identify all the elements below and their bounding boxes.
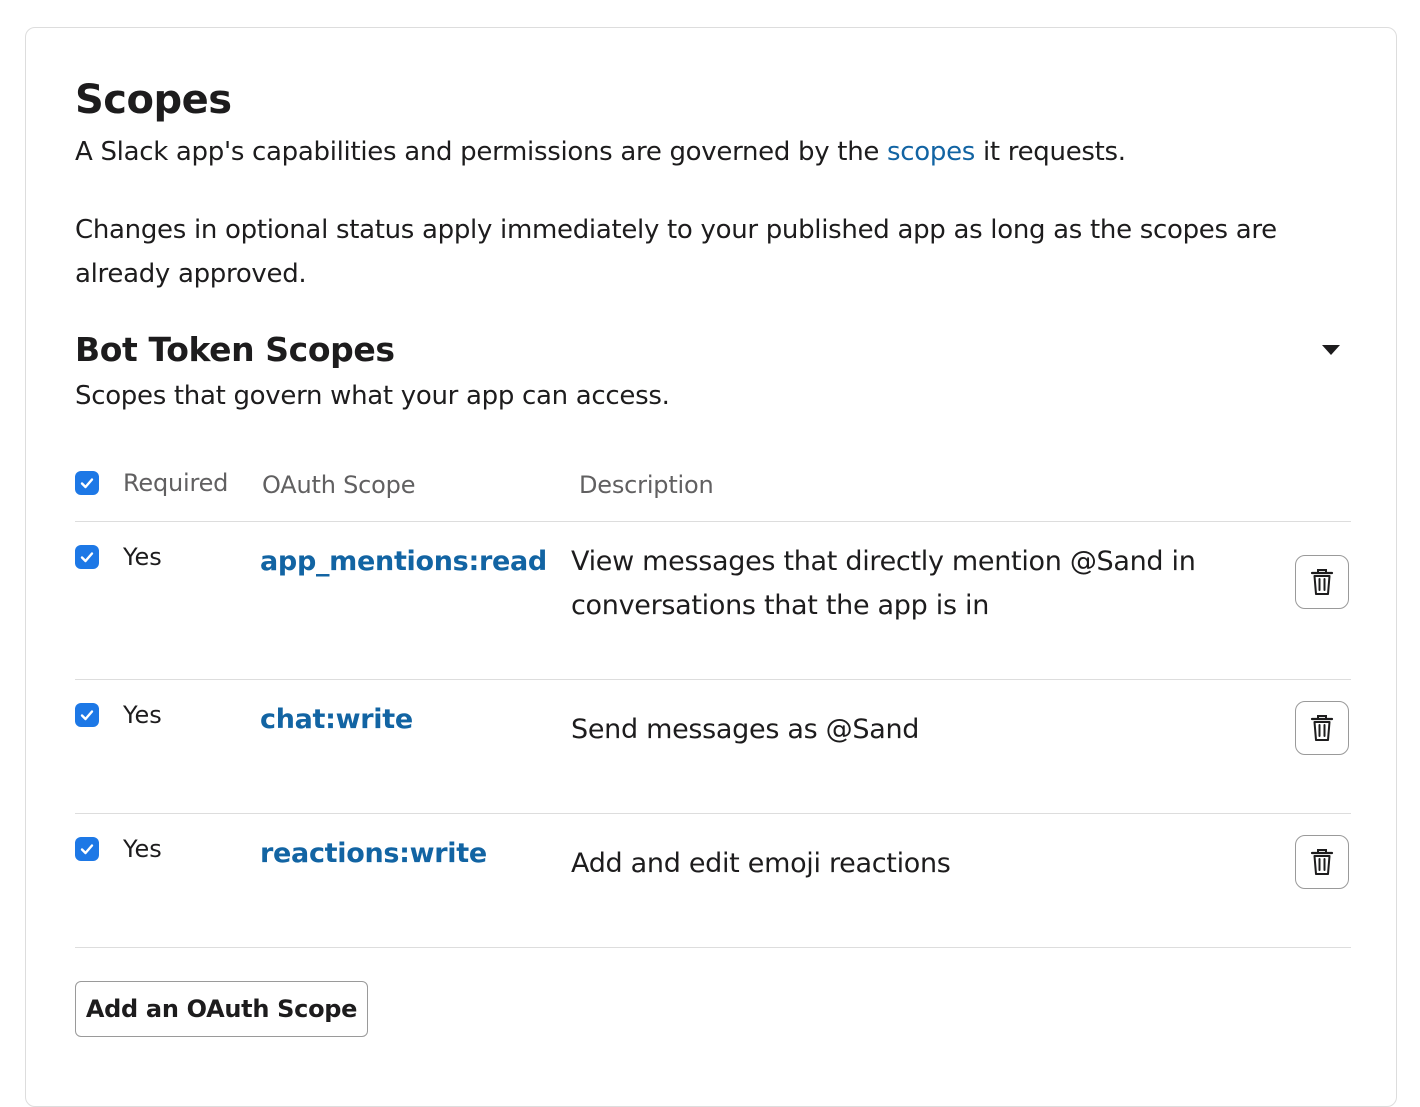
bot-scopes-title: Bot Token Scopes [75, 330, 395, 369]
divider [75, 813, 1351, 814]
required-value: Yes [123, 701, 162, 729]
required-checkbox[interactable] [75, 837, 99, 861]
checkmark-icon [80, 552, 94, 563]
scopes-link[interactable]: scopes [887, 137, 975, 167]
checkmark-icon [80, 710, 94, 721]
scopes-notice: Changes in optional status apply immedia… [75, 215, 1277, 289]
scope-description: Add and edit emoji reactions [571, 848, 951, 879]
column-header-required: Required [123, 469, 229, 497]
trash-icon [1310, 715, 1334, 741]
checkmark-icon [80, 478, 94, 489]
scopes-intro: A Slack app's capabilities and permissio… [75, 137, 1126, 167]
trash-icon [1310, 569, 1334, 595]
required-value: Yes [123, 835, 162, 863]
required-value: Yes [123, 543, 162, 571]
divider [75, 947, 1351, 948]
required-checkbox[interactable] [75, 545, 99, 569]
delete-scope-button[interactable] [1295, 555, 1349, 609]
caret-down-icon[interactable] [1316, 340, 1346, 360]
bot-scopes-subtitle: Scopes that govern what your app can acc… [75, 381, 670, 411]
delete-scope-button[interactable] [1295, 835, 1349, 889]
add-oauth-scope-button[interactable]: Add an OAuth Scope [75, 981, 368, 1037]
scope-name[interactable]: app_mentions:read [260, 544, 547, 580]
scope-description: View messages that directly mention @San… [571, 546, 1196, 621]
column-header-scope: OAuth Scope [262, 471, 416, 499]
page-title: Scopes [75, 77, 232, 123]
divider [75, 521, 1351, 522]
scope-description: Send messages as @Sand [571, 714, 920, 745]
trash-icon [1310, 849, 1334, 875]
scope-name[interactable]: reactions:write [260, 836, 487, 872]
scope-name[interactable]: chat:write [260, 702, 413, 738]
column-header-description: Description [579, 471, 714, 499]
checkmark-icon [80, 844, 94, 855]
scopes-card: Scopes A Slack app's capabilities and pe… [25, 27, 1397, 1107]
delete-scope-button[interactable] [1295, 701, 1349, 755]
divider [75, 679, 1351, 680]
required-checkbox[interactable] [75, 703, 99, 727]
select-all-checkbox[interactable] [75, 471, 99, 495]
